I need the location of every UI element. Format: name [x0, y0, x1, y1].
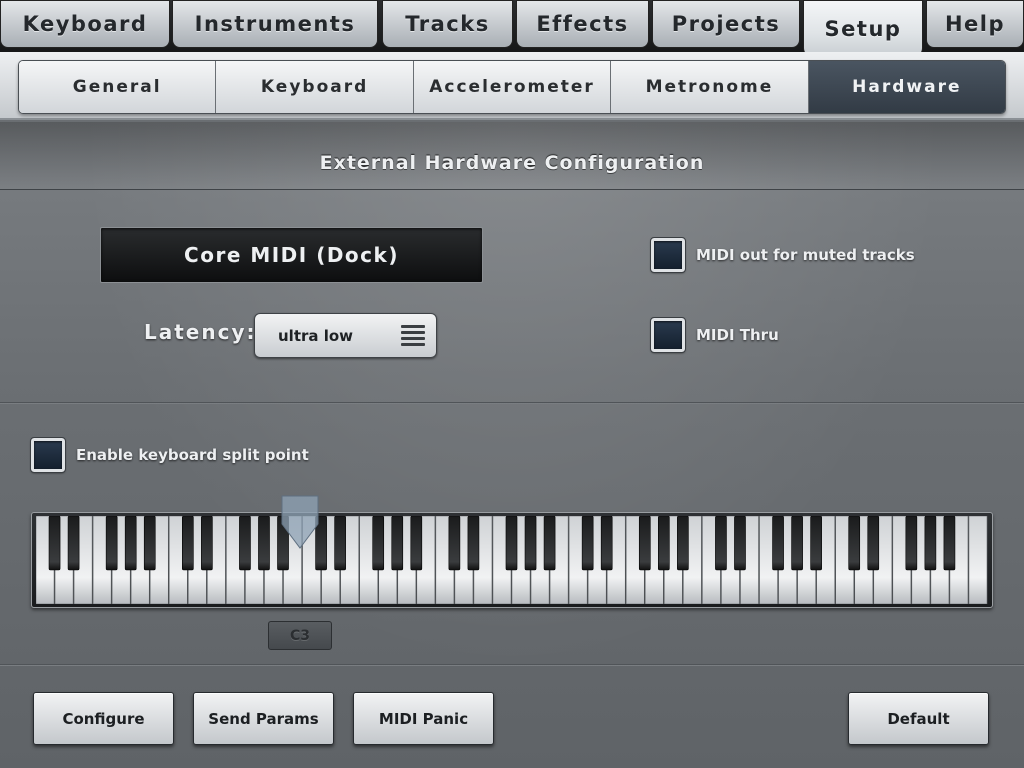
black-key[interactable] [543, 516, 556, 571]
black-key[interactable] [201, 516, 213, 571]
tab-keyboard[interactable]: Keyboard [0, 0, 170, 48]
black-key[interactable] [810, 516, 822, 571]
black-key[interactable] [391, 516, 404, 571]
subtab-general[interactable]: General [19, 61, 217, 113]
black-key[interactable] [334, 516, 346, 571]
black-key[interactable] [182, 516, 194, 571]
configure-button[interactable]: Configure [33, 692, 174, 745]
split-point-checkbox[interactable] [30, 437, 66, 473]
latency-label: Latency: [144, 320, 257, 344]
black-key[interactable] [143, 516, 156, 571]
black-key[interactable] [772, 516, 784, 571]
black-key[interactable] [524, 516, 537, 571]
main-tab-bar: Keyboard Instruments Tracks Effects Proj… [0, 0, 1024, 56]
black-key[interactable] [67, 516, 80, 571]
black-key[interactable] [581, 516, 594, 571]
split-point-marker[interactable] [280, 494, 320, 550]
tab-instruments[interactable]: Instruments [172, 0, 378, 48]
midi-thru-label: MIDI Thru [696, 326, 779, 344]
piano-keyboard[interactable] [36, 516, 988, 604]
latency-dropdown[interactable]: ultra low [254, 313, 437, 358]
section-header: External Hardware Configuration [0, 122, 1024, 190]
black-key[interactable] [715, 516, 727, 571]
section-divider [0, 402, 1024, 404]
black-key[interactable] [924, 516, 937, 571]
black-key[interactable] [638, 516, 651, 571]
midi-out-muted-label: MIDI out for muted tracks [696, 246, 915, 264]
tab-help[interactable]: Help [926, 0, 1024, 48]
black-key[interactable] [677, 516, 689, 571]
subtab-accelerometer[interactable]: Accelerometer [413, 61, 612, 113]
black-key[interactable] [48, 516, 61, 571]
black-key[interactable] [943, 516, 956, 571]
black-key[interactable] [372, 516, 385, 571]
latency-value: ultra low [278, 327, 354, 345]
tab-setup[interactable]: Setup [803, 0, 923, 56]
black-key[interactable] [734, 516, 746, 571]
black-key[interactable] [848, 516, 861, 571]
tab-tracks[interactable]: Tracks [382, 0, 513, 48]
midi-port-selector[interactable]: Core MIDI (Dock) [100, 227, 483, 283]
black-key[interactable] [124, 516, 137, 571]
split-note-label: C3 [268, 621, 332, 650]
bottom-divider [0, 664, 1024, 666]
white-key[interactable] [968, 516, 988, 604]
split-point-label: Enable keyboard split point [76, 446, 309, 464]
black-key[interactable] [467, 516, 480, 571]
send-params-button[interactable]: Send Params [193, 692, 334, 745]
black-key[interactable] [600, 516, 613, 571]
black-key[interactable] [505, 516, 518, 571]
section-title: External Hardware Configuration [319, 151, 705, 174]
black-key[interactable] [448, 516, 461, 571]
black-key[interactable] [867, 516, 880, 571]
midi-thru-checkbox[interactable] [650, 317, 686, 353]
black-key[interactable] [905, 516, 918, 571]
black-key[interactable] [258, 516, 270, 571]
tab-effects[interactable]: Effects [516, 0, 649, 48]
content-panel [0, 122, 1024, 768]
hamburger-menu-icon [401, 325, 425, 347]
midi-panic-button[interactable]: MIDI Panic [353, 692, 494, 745]
black-key[interactable] [105, 516, 118, 571]
black-key[interactable] [239, 516, 251, 571]
black-key[interactable] [658, 516, 670, 571]
subtab-metronome[interactable]: Metronome [611, 61, 809, 113]
black-key[interactable] [791, 516, 803, 571]
black-key[interactable] [410, 516, 423, 571]
subtab-hardware[interactable]: Hardware [808, 61, 1005, 113]
subtab-keyboard[interactable]: Keyboard [216, 61, 414, 113]
midi-out-muted-checkbox[interactable] [650, 237, 686, 273]
tab-projects[interactable]: Projects [652, 0, 800, 48]
setup-sub-tabs: General Keyboard Accelerometer Metronome… [18, 60, 1006, 114]
default-button[interactable]: Default [848, 692, 989, 745]
